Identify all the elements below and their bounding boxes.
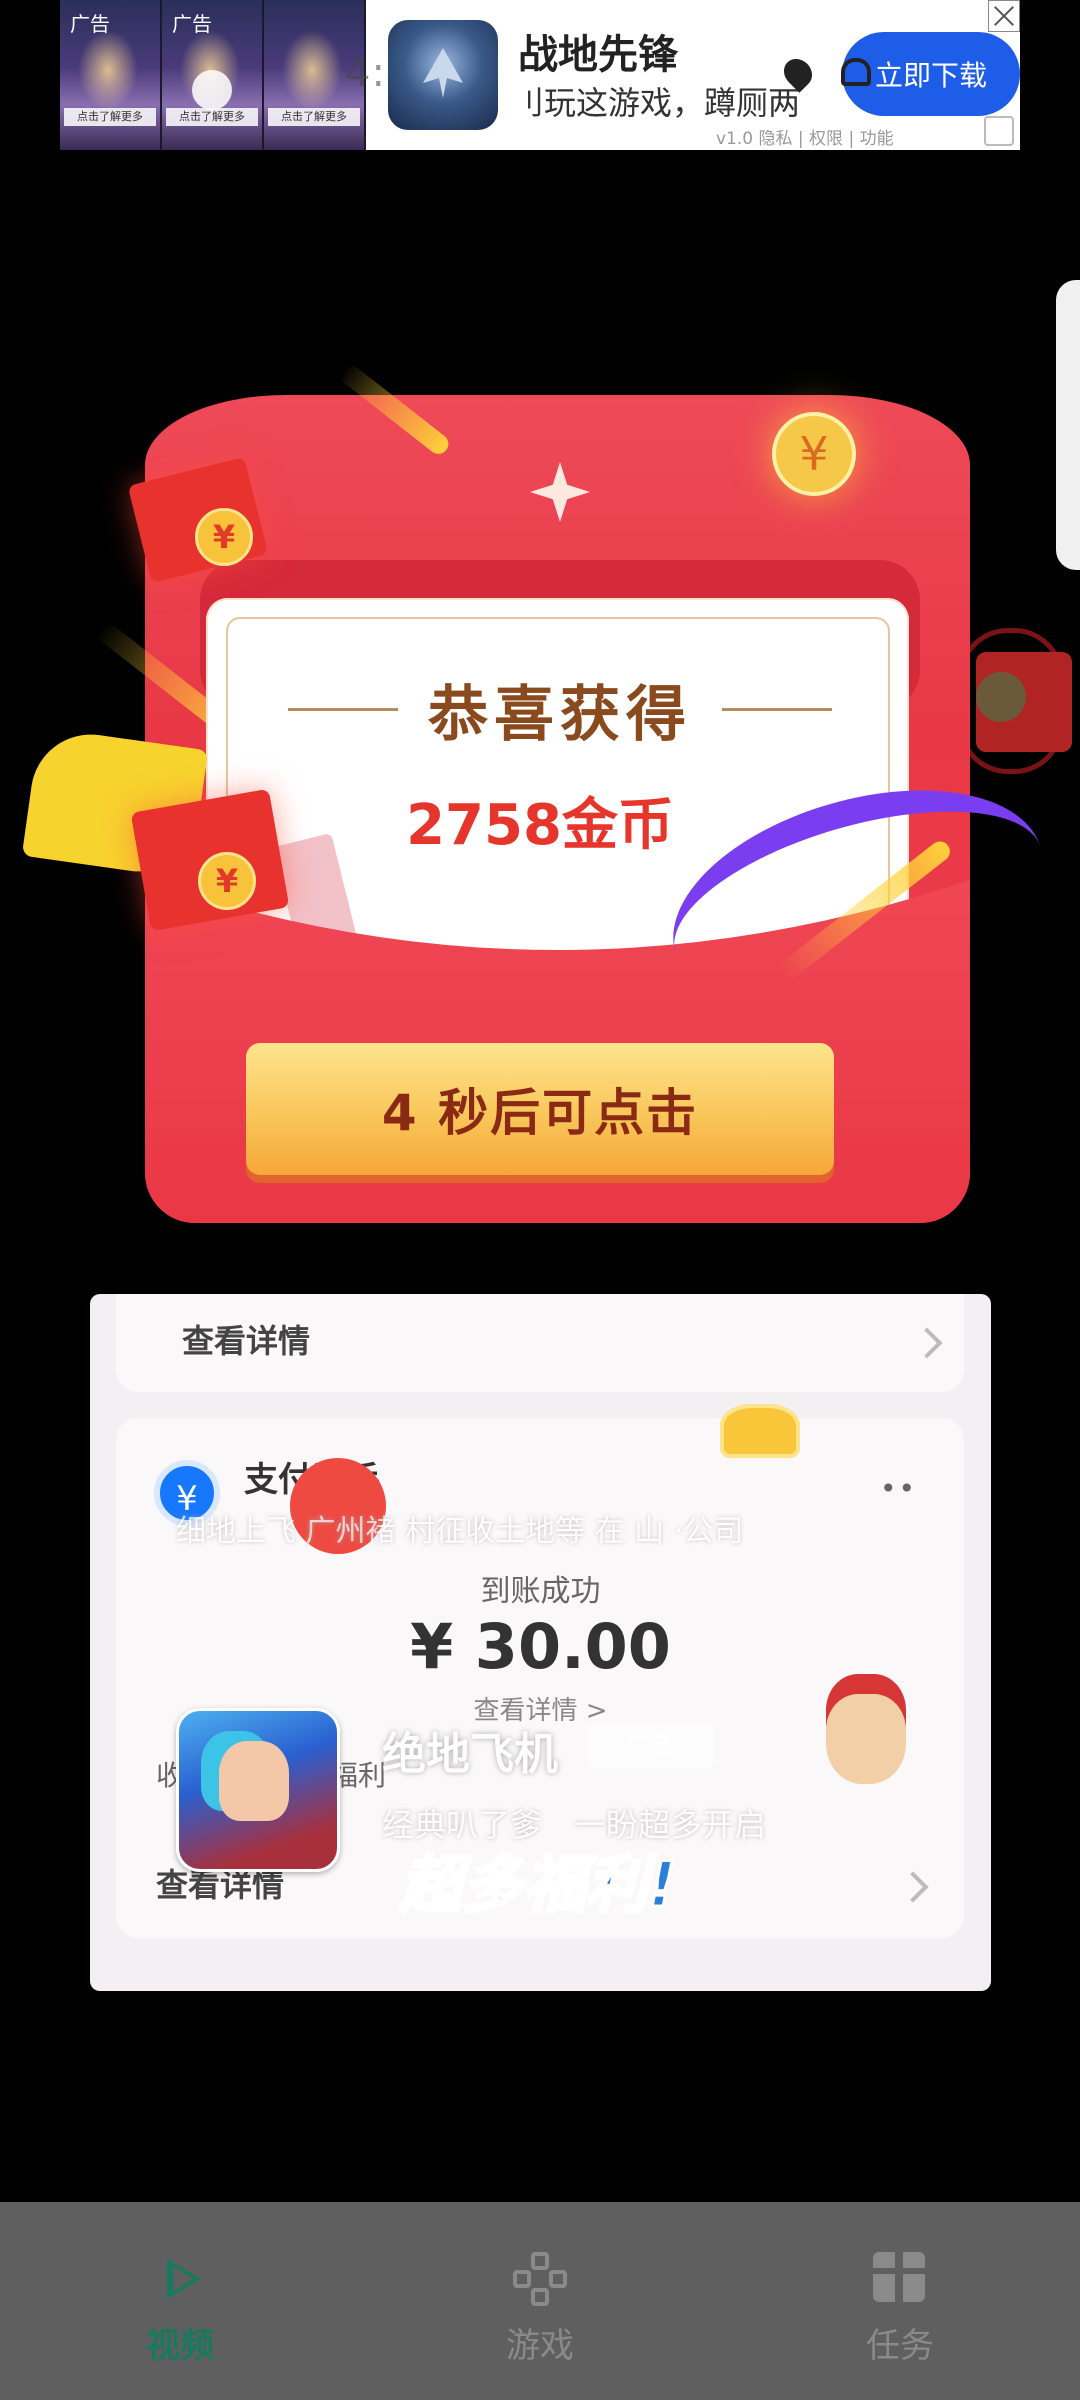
- nav-label: 任务: [866, 2326, 934, 2366]
- gift-icon: [873, 2252, 927, 2306]
- mute-bell-icon: [841, 58, 871, 86]
- close-ad-icon[interactable]: [988, 0, 1020, 32]
- nav-tab-video[interactable]: 视频: [0, 2202, 360, 2400]
- view-details-label: 查看详情: [182, 1322, 311, 1360]
- chevron-right-icon: [911, 1327, 943, 1359]
- title-divider: [722, 708, 832, 711]
- thumbnail-glow: [282, 30, 342, 110]
- congrats-title: 恭喜获得: [428, 680, 692, 750]
- game-app-icon[interactable]: [176, 1708, 340, 1872]
- ad-title[interactable]: 战地先锋: [518, 22, 678, 80]
- reward-amount: 2758金币: [406, 793, 674, 858]
- countdown-claim-button[interactable]: 4 秒后可点击: [246, 1043, 834, 1175]
- thumbnail-caption: 点击了解更多: [64, 108, 156, 126]
- gamepad-icon: [513, 2252, 567, 2306]
- payment-amount: ¥ 30.00: [410, 1610, 671, 1683]
- ad-info-icon[interactable]: [984, 116, 1014, 146]
- nav-label: 视频: [146, 2326, 214, 2366]
- play-icon: [153, 2252, 207, 2306]
- gold-ingot-icon: [720, 1404, 800, 1458]
- payment-success-text: 到账成功: [480, 1574, 601, 1609]
- video-ad-panel[interactable]: 查看详情 ¥ 支付助手 •• 细地上飞 广州褚 村征收土地等 在 山 ·公司 到…: [90, 1294, 991, 1991]
- ad-label-badge: 广告: [588, 1724, 714, 1768]
- nav-label: 游戏: [506, 2326, 574, 2366]
- fortune-god-icon: [826, 1694, 906, 1784]
- nav-tab-tasks[interactable]: 任务: [720, 2202, 1080, 2400]
- detail-card-top[interactable]: 查看详情: [116, 1294, 964, 1392]
- top-ad-banner[interactable]: 广告 点击了解更多 广告 点击了解更多 点击了解更多 4:40 战地先锋 刂玩这…: [60, 0, 1020, 150]
- thumbnail-caption: 点击了解更多: [268, 108, 360, 126]
- thumbnail-caption: 点击了解更多: [166, 108, 258, 126]
- bottom-navigation: 视频 游戏 任务: [0, 2202, 1080, 2400]
- ad-description: 刂玩这游戏，蹲厕两: [512, 84, 801, 122]
- congrats-title-row: 恭喜获得: [280, 666, 840, 753]
- side-drawer-handle[interactable]: [1056, 280, 1080, 570]
- floating-red-envelope-icon[interactable]: [976, 652, 1072, 752]
- title-divider: [288, 708, 398, 711]
- ad-app-icon[interactable]: [388, 20, 498, 130]
- tap-hand-icon: [192, 70, 232, 110]
- ad-game-title[interactable]: 绝地飞机: [382, 1718, 558, 1782]
- more-options-icon[interactable]: ••: [880, 1472, 917, 1505]
- welfare-banner: 超多福利!: [398, 1847, 677, 1923]
- ad-marquee-text: 细地上飞 广州褚 村征收土地等 在 山 ·公司: [176, 1514, 744, 1549]
- status-icons: [778, 53, 871, 93]
- yuan-coin-icon: ¥: [198, 852, 256, 910]
- thumbnail-glow: [78, 30, 138, 110]
- location-icon: [778, 53, 818, 93]
- yuan-coin-icon: ¥: [195, 508, 253, 566]
- nav-tab-games[interactable]: 游戏: [360, 2202, 720, 2400]
- ad-thumbnail: 广告 点击了解更多: [60, 0, 162, 150]
- gold-coin-icon: ¥: [772, 412, 856, 496]
- ad-meta-links[interactable]: v1.0 隐私 | 权限 | 功能: [716, 124, 894, 149]
